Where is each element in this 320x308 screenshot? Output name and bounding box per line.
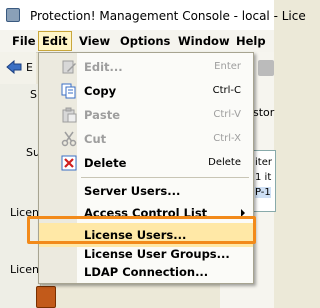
menu-edit[interactable]: Edit xyxy=(38,31,72,51)
list-item[interactable]: 1 it xyxy=(255,172,271,183)
shortcut-label: Ctrl-C xyxy=(212,85,241,96)
title-bar: Protection! Management Console - local -… xyxy=(0,0,306,30)
list-item[interactable]: P-1 xyxy=(255,187,271,198)
tab-fragment: S xyxy=(30,88,37,101)
menu-window[interactable]: Window xyxy=(175,33,233,49)
menu-item-label: Edit... xyxy=(84,60,123,74)
list-item[interactable]: iter xyxy=(255,157,272,168)
label-fragment: Licen xyxy=(10,263,39,276)
menu-item-label: Delete xyxy=(84,156,127,170)
edit-icon xyxy=(62,60,76,74)
column-fragment: stor xyxy=(253,106,275,119)
paste-icon xyxy=(62,107,77,123)
menu-item-label: Server Users... xyxy=(84,184,181,198)
delete-icon xyxy=(61,155,77,171)
menu-item-label: License User Groups... xyxy=(84,247,230,261)
copy-icon xyxy=(61,83,76,99)
scissors-icon xyxy=(61,131,77,147)
toolbar-icon[interactable] xyxy=(258,60,274,76)
list-pane: iter 1 it P-1 xyxy=(252,150,276,212)
menu-item-label: Cut xyxy=(84,132,107,146)
shortcut-label: Ctrl-X xyxy=(213,133,241,144)
window-title: Protection! Management Console - local -… xyxy=(30,9,306,23)
app-icon xyxy=(6,8,20,22)
menu-bar: File Edit View Options Window Help xyxy=(0,30,274,53)
menu-item-label: Copy xyxy=(84,84,117,98)
menu-item-copy[interactable]: Copy Ctrl-C xyxy=(39,79,253,103)
menu-item-delete[interactable]: Delete Delete xyxy=(39,151,253,175)
menu-item-label: LDAP Connection... xyxy=(84,265,209,279)
shortcut-label: Delete xyxy=(208,157,241,168)
menu-options[interactable]: Options xyxy=(117,33,173,49)
menu-item-cut: Cut Ctrl-X xyxy=(39,127,253,151)
menu-separator xyxy=(81,177,249,178)
toolbar-fragment: E xyxy=(26,61,33,74)
menu-item-edit: Edit... Enter xyxy=(39,55,253,79)
edit-menu: Edit... Enter Copy Ctrl-C Paste Ctrl-V C… xyxy=(38,52,254,284)
back-arrow-icon[interactable] xyxy=(6,60,22,74)
menu-item-server-users[interactable]: Server Users... xyxy=(39,179,253,203)
menu-item-label: Paste xyxy=(84,108,121,122)
menu-view[interactable]: View xyxy=(76,33,113,49)
menu-item-ldap-connection[interactable]: LDAP Connection... xyxy=(39,260,253,284)
shortcut-label: Enter xyxy=(214,61,241,72)
menu-help[interactable]: Help xyxy=(233,33,269,49)
menu-file[interactable]: File xyxy=(9,33,39,49)
book-icon xyxy=(36,286,56,308)
shortcut-label: Ctrl-V xyxy=(213,109,241,120)
highlight-callout xyxy=(27,216,256,244)
menu-item-paste: Paste Ctrl-V xyxy=(39,103,253,127)
